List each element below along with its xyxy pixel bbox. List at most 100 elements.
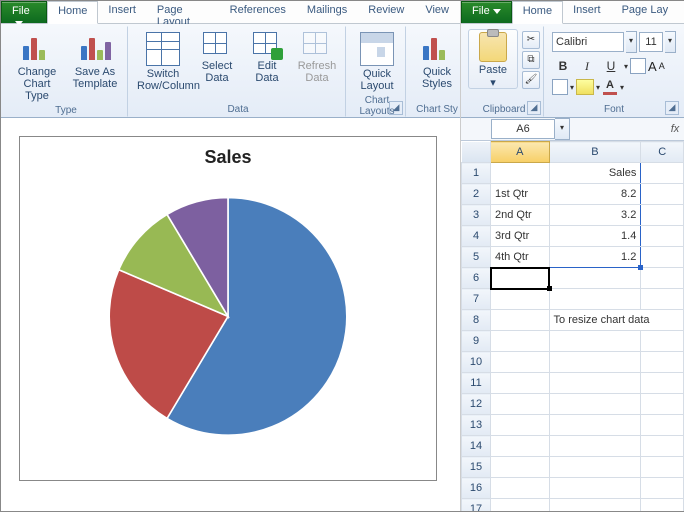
column-header-C[interactable]: C [641,142,684,163]
cell-A5[interactable]: 4th Qtr [491,247,550,268]
copy-button[interactable]: ⧉ [522,51,540,69]
chevron-down-icon[interactable]: ▾ [471,76,515,86]
borders-button[interactable] [630,58,646,74]
save-as-template-button[interactable]: Save As Template [66,29,124,105]
cell-C12[interactable] [641,394,684,415]
cell-C4[interactable] [641,226,684,247]
row-header-15[interactable]: 15 [462,457,491,478]
cell-A2[interactable]: 1st Qtr [491,184,550,205]
cell-C1[interactable] [641,163,684,184]
cell-B2[interactable]: 8.2 [549,184,641,205]
spreadsheet-grid[interactable]: ABC1Sales21st Qtr8.232nd Qtr3.243rd Qtr1… [461,141,684,511]
grow-font-button[interactable]: A [648,59,657,74]
cell-A3[interactable]: 2nd Qtr [491,205,550,226]
column-header-A[interactable]: A [491,142,550,163]
excel-tab-page-layout[interactable]: Page Lay [612,1,679,23]
edit-data-button[interactable]: Edit Data [242,29,292,95]
tab-home[interactable]: Home [47,1,98,24]
row-header-13[interactable]: 13 [462,415,491,436]
cell-C14[interactable] [641,436,684,457]
cell-C5[interactable] [641,247,684,268]
excel-tab-insert[interactable]: Insert [563,1,612,23]
cell-A4[interactable]: 3rd Qtr [491,226,550,247]
row-header-5[interactable]: 5 [462,247,491,268]
quick-layout-button[interactable]: Quick Layout [352,29,402,95]
cell-B10[interactable] [549,352,641,373]
cut-button[interactable]: ✂ [522,31,540,49]
row-header-8[interactable]: 8 [462,310,491,331]
bold-button[interactable]: B [552,56,574,76]
cell-B12[interactable] [549,394,641,415]
tab-file[interactable]: File [1,1,47,23]
shrink-font-button[interactable]: A [659,61,665,71]
cell-B1[interactable]: Sales [549,163,641,184]
cell-A14[interactable] [491,436,550,457]
row-header-3[interactable]: 3 [462,205,491,226]
cell-B16[interactable] [549,478,641,499]
row-header-11[interactable]: 11 [462,373,491,394]
cell-C17[interactable] [641,499,684,512]
cell-C11[interactable] [641,373,684,394]
chart-object[interactable]: Sales [19,136,437,481]
cell-C7[interactable] [641,289,684,310]
chevron-down-icon[interactable]: ▾ [570,83,574,92]
excel-tab-home[interactable]: Home [512,1,563,24]
row-header-10[interactable]: 10 [462,352,491,373]
cell-C6[interactable] [641,268,684,289]
chevron-down-icon[interactable]: ▾ [555,118,570,140]
tab-view[interactable]: View [415,1,460,23]
cell-B4[interactable]: 1.4 [549,226,641,247]
cell-B11[interactable] [549,373,641,394]
fx-icon[interactable]: fx [666,123,684,135]
row-header-14[interactable]: 14 [462,436,491,457]
format-painter-button[interactable]: 🖌 [522,71,540,89]
chevron-down-icon[interactable]: ▾ [665,31,676,53]
cell-A6[interactable] [491,268,550,289]
change-chart-type-button[interactable]: Change Chart Type [8,29,66,105]
chevron-down-icon[interactable]: ▾ [620,83,624,92]
font-size-select[interactable]: 11 [639,32,663,52]
cell-C16[interactable] [641,478,684,499]
cell-B8[interactable]: To resize chart data [549,310,683,331]
dialog-launcher-icon[interactable]: ◢ [527,101,541,115]
cell-B15[interactable] [549,457,641,478]
font-family-select[interactable]: Calibri [552,32,624,52]
cell-C9[interactable] [641,331,684,352]
dialog-launcher-icon[interactable]: ◢ [665,101,679,115]
chevron-down-icon[interactable]: ▾ [626,31,637,53]
row-header-16[interactable]: 16 [462,478,491,499]
cell-B7[interactable] [549,289,641,310]
row-header-17[interactable]: 17 [462,499,491,512]
cell-C13[interactable] [641,415,684,436]
excel-tab-file[interactable]: File [461,1,512,23]
document-area[interactable]: Sales [1,118,460,511]
cell-B5[interactable]: 1.2 [549,247,641,268]
underline-button[interactable]: U [600,56,622,76]
cell-A8[interactable] [491,310,550,331]
row-header-6[interactable]: 6 [462,268,491,289]
fill-color-button[interactable] [576,79,594,95]
row-header-9[interactable]: 9 [462,331,491,352]
cell-C2[interactable] [641,184,684,205]
cell-A17[interactable] [491,499,550,512]
cell-A13[interactable] [491,415,550,436]
cell-C3[interactable] [641,205,684,226]
row-header-4[interactable]: 4 [462,226,491,247]
cell-A9[interactable] [491,331,550,352]
cell-B13[interactable] [549,415,641,436]
quick-styles-button[interactable]: Quick Styles [412,29,460,93]
cell-B14[interactable] [549,436,641,457]
cell-A16[interactable] [491,478,550,499]
name-box[interactable]: A6 [491,119,555,139]
cell-A7[interactable] [491,289,550,310]
cell-B17[interactable] [549,499,641,512]
cell-B6[interactable] [549,268,641,289]
cell-A1[interactable] [491,163,550,184]
row-header-2[interactable]: 2 [462,184,491,205]
row-header-1[interactable]: 1 [462,163,491,184]
select-all-corner[interactable] [462,142,491,163]
cell-B3[interactable]: 3.2 [549,205,641,226]
italic-button[interactable]: I [576,56,598,76]
switch-row-column-button[interactable]: Switch Row/Column [134,29,192,95]
select-data-button[interactable]: Select Data [192,29,242,95]
